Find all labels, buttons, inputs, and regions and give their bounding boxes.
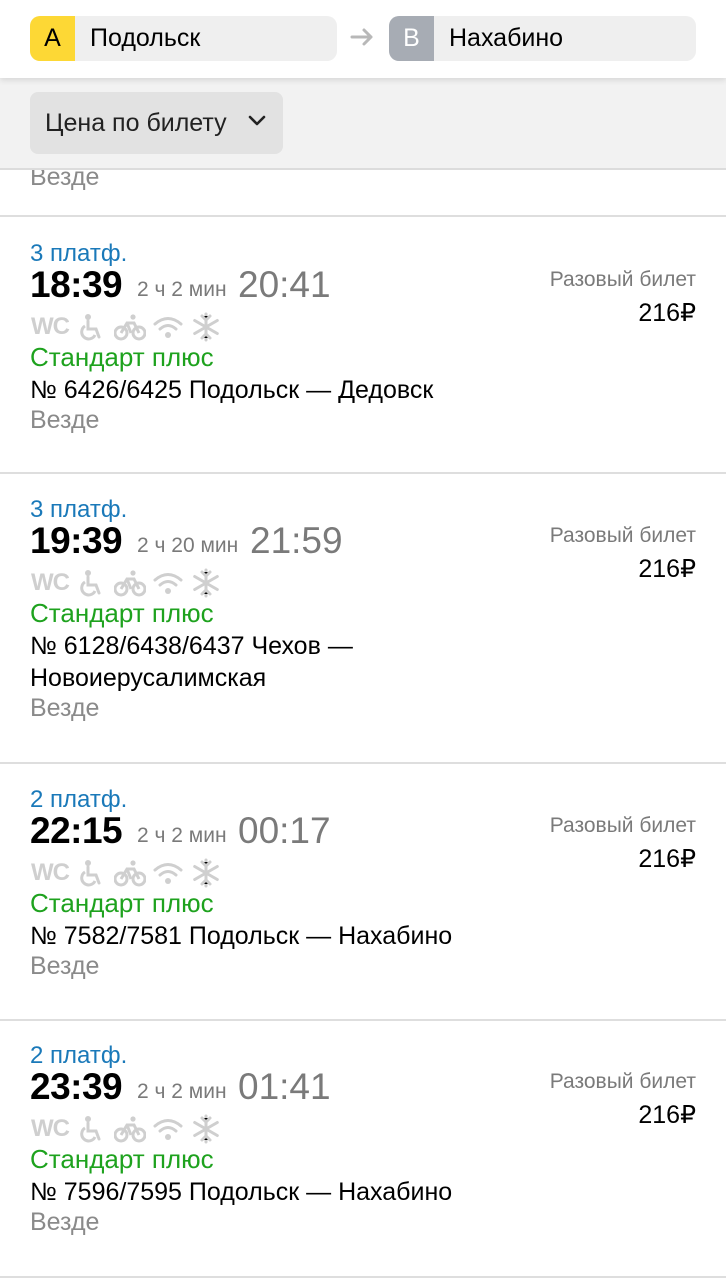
arrival-time: 00:17 bbox=[238, 810, 331, 851]
ticket-type: Разовый билет bbox=[549, 268, 696, 291]
train-route: № 7596/7595 Подольск — Нахабино bbox=[30, 1178, 453, 1206]
train-route: № 6426/6425 Подольск — Дедовск bbox=[30, 376, 434, 404]
ticket-price: 216₽ bbox=[638, 845, 696, 873]
divider bbox=[0, 762, 726, 764]
to-station-name: Нахабино bbox=[449, 24, 564, 52]
snowflake-icon bbox=[190, 858, 222, 888]
train-route: № 7582/7581 Подольск — Нахабино bbox=[30, 922, 453, 950]
departure-time: 22:15 bbox=[30, 810, 123, 851]
snowflake-icon bbox=[190, 1114, 222, 1144]
trip-days: Везде bbox=[30, 952, 100, 980]
snowflake-icon bbox=[190, 312, 222, 342]
wc-icon: WC bbox=[31, 859, 70, 886]
train-class: Стандарт плюс bbox=[30, 342, 214, 372]
departure-time: 18:39 bbox=[30, 264, 123, 305]
train-class: Стандарт плюс bbox=[30, 598, 214, 628]
from-station-name: Подольск bbox=[90, 24, 201, 52]
ticket-price: 216₽ bbox=[638, 555, 696, 583]
from-station-field[interactable]: A Подольск bbox=[30, 16, 337, 61]
bicycle-icon bbox=[114, 858, 146, 888]
wc-icon: WC bbox=[31, 569, 70, 596]
to-badge: B bbox=[389, 16, 434, 61]
trip-days: Везде bbox=[30, 406, 100, 434]
divider bbox=[0, 215, 726, 217]
filter-bar: Цена по билету bbox=[0, 78, 726, 170]
wifi-icon bbox=[152, 568, 184, 598]
departure-time: 19:39 bbox=[30, 520, 123, 561]
divider bbox=[0, 1276, 726, 1278]
ticket-price: 216₽ bbox=[638, 1101, 696, 1129]
price-filter-dropdown[interactable]: Цена по билету bbox=[30, 92, 283, 154]
arrow-right-icon bbox=[350, 28, 373, 46]
amenities: WC bbox=[30, 568, 222, 598]
wheelchair-icon bbox=[76, 312, 108, 342]
from-badge: A bbox=[30, 16, 75, 61]
trip-duration: 2 ч 2 мин bbox=[137, 824, 227, 847]
divider bbox=[0, 1019, 726, 1021]
arrival-time: 21:59 bbox=[250, 520, 343, 561]
ticket-type: Разовый билет bbox=[549, 524, 696, 547]
wifi-icon bbox=[152, 1114, 184, 1144]
ticket-type: Разовый билет bbox=[549, 1070, 696, 1093]
arrival-time: 20:41 bbox=[238, 264, 331, 305]
trip-days: Везде bbox=[30, 694, 100, 722]
ticket-price: 216₽ bbox=[638, 299, 696, 327]
chevron-down-icon bbox=[248, 115, 266, 126]
train-class: Стандарт плюс bbox=[30, 888, 214, 918]
bicycle-icon bbox=[114, 568, 146, 598]
wheelchair-icon bbox=[76, 1114, 108, 1144]
snowflake-icon bbox=[190, 568, 222, 598]
amenities: WC bbox=[30, 312, 222, 342]
amenities: WC bbox=[30, 1114, 222, 1144]
ticket-type: Разовый билет bbox=[549, 814, 696, 837]
trip-duration: 2 ч 2 мин bbox=[137, 1080, 227, 1103]
departure-time: 23:39 bbox=[30, 1066, 123, 1107]
arrival-time: 01:41 bbox=[238, 1066, 331, 1107]
wc-icon: WC bbox=[31, 1115, 70, 1142]
amenities: WC bbox=[30, 858, 222, 888]
trip-days: Везде bbox=[30, 1208, 100, 1236]
trip-duration: 2 ч 20 мин bbox=[137, 534, 239, 557]
divider bbox=[0, 472, 726, 474]
to-station-field[interactable]: B Нахабино bbox=[389, 16, 696, 61]
train-route: № 6128/6438/6437 Чехов — Новоиерусалимск… bbox=[30, 632, 353, 692]
wc-icon: WC bbox=[31, 313, 70, 340]
route-header: A Подольск B Нахабино bbox=[0, 0, 726, 78]
wifi-icon bbox=[152, 312, 184, 342]
bicycle-icon bbox=[114, 1114, 146, 1144]
price-filter-label: Цена по билету bbox=[45, 108, 227, 137]
trip-duration: 2 ч 2 мин bbox=[137, 278, 227, 301]
wheelchair-icon bbox=[76, 858, 108, 888]
wheelchair-icon bbox=[76, 568, 108, 598]
bicycle-icon bbox=[114, 312, 146, 342]
wifi-icon bbox=[152, 858, 184, 888]
train-class: Стандарт плюс bbox=[30, 1144, 214, 1174]
